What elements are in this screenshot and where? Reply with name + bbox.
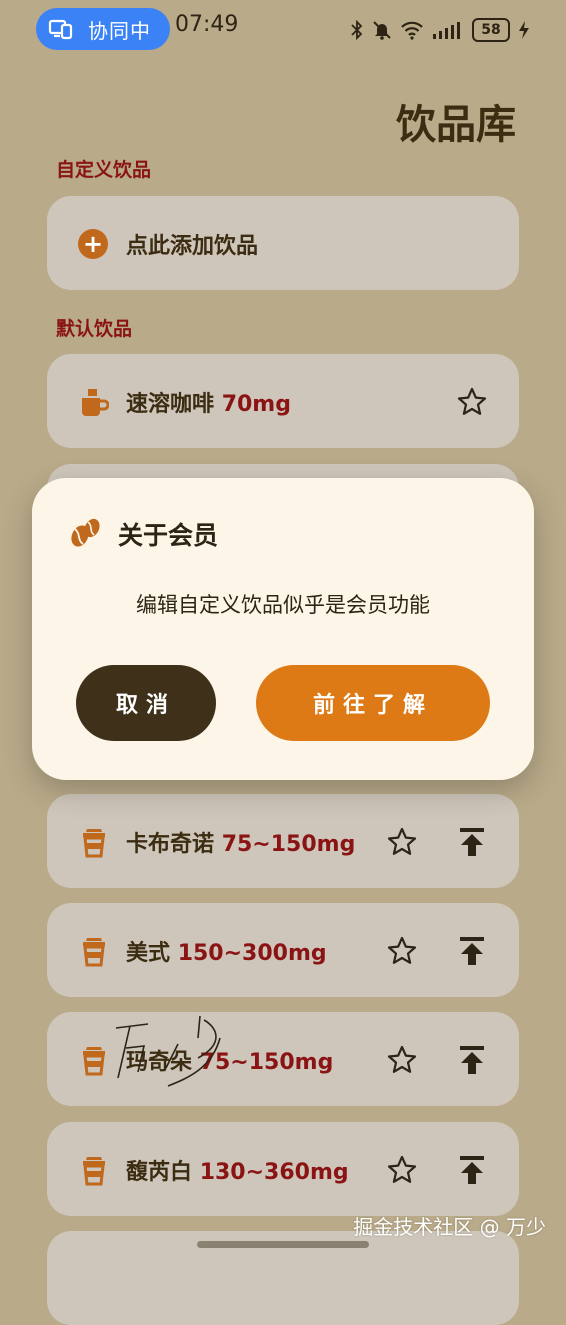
- collab-label: 协同中: [88, 18, 151, 43]
- coffee-cup-icon: [83, 938, 105, 967]
- pin-to-top-icon[interactable]: [459, 1045, 485, 1075]
- star-icon[interactable]: [387, 1155, 417, 1185]
- cancel-button[interactable]: 取消: [76, 665, 216, 741]
- instant-coffee-icon: [82, 389, 109, 416]
- add-icon: +: [78, 229, 108, 259]
- status-bar: 协同中 07:49 58: [0, 0, 566, 60]
- section-default-label: 默认饮品: [56, 318, 133, 340]
- drink-card[interactable]: 美式 150~300mg: [47, 903, 519, 997]
- drink-name: 美式 150~300mg: [126, 941, 327, 966]
- mute-icon: [373, 21, 391, 40]
- membership-dialog: 关于会员 编辑自定义饮品似乎是会员功能 取消 前往了解: [32, 478, 534, 780]
- add-drink-card[interactable]: + 点此添加饮品: [47, 196, 519, 290]
- section-custom-text: 自定义饮品: [56, 159, 152, 179]
- page-title: 饮品库: [396, 102, 516, 148]
- battery-icon: 58: [472, 18, 510, 42]
- coffee-cup-icon: [83, 1047, 105, 1076]
- bluetooth-icon: [351, 20, 363, 40]
- wifi-icon: [401, 21, 423, 40]
- coffee-beans-icon: [71, 518, 100, 547]
- signal-icon: [433, 22, 460, 39]
- drink-name: 馥芮白 130~360mg: [126, 1160, 349, 1185]
- caffeine-amount: 150~300mg: [177, 941, 327, 966]
- star-icon[interactable]: [387, 1045, 417, 1075]
- coffee-cup-icon: [83, 1157, 105, 1186]
- caffeine-amount: 75~150mg: [221, 832, 356, 857]
- star-icon[interactable]: [457, 387, 487, 417]
- clock: 07:49: [175, 12, 239, 37]
- watermark: 掘金技术社区 @ 万少: [353, 1215, 546, 1239]
- home-gesture-bar[interactable]: [197, 1241, 369, 1248]
- add-drink-label: 点此添加饮品: [126, 234, 259, 259]
- drink-name: 速溶咖啡 70mg: [126, 392, 291, 417]
- drink-card[interactable]: 速溶咖啡 70mg: [47, 354, 519, 448]
- handwriting-scribble: [115, 1015, 221, 1087]
- coffee-cup-icon: [83, 829, 105, 858]
- pin-to-top-icon[interactable]: [459, 1155, 485, 1185]
- caffeine-amount: 70mg: [221, 392, 291, 417]
- pin-to-top-icon[interactable]: [459, 827, 485, 857]
- learn-more-button[interactable]: 前往了解: [256, 665, 490, 741]
- drink-name: 卡布奇诺 75~150mg: [126, 832, 356, 857]
- pin-to-top-icon[interactable]: [459, 936, 485, 966]
- star-icon[interactable]: [387, 827, 417, 857]
- devices-icon: [48, 19, 73, 40]
- section-custom-label: 自定义饮品: [56, 153, 151, 179]
- drink-card[interactable]: 馥芮白 130~360mg: [47, 1122, 519, 1216]
- system-icons: 58: [350, 15, 530, 45]
- charging-icon: [519, 21, 529, 39]
- dialog-title: 关于会员: [118, 521, 219, 550]
- drink-card[interactable]: 卡布奇诺 75~150mg: [47, 794, 519, 888]
- collab-indicator[interactable]: 协同中: [36, 8, 170, 50]
- caffeine-amount: 130~360mg: [199, 1160, 349, 1185]
- star-icon[interactable]: [387, 936, 417, 966]
- dialog-message: 编辑自定义饮品似乎是会员功能: [136, 593, 430, 617]
